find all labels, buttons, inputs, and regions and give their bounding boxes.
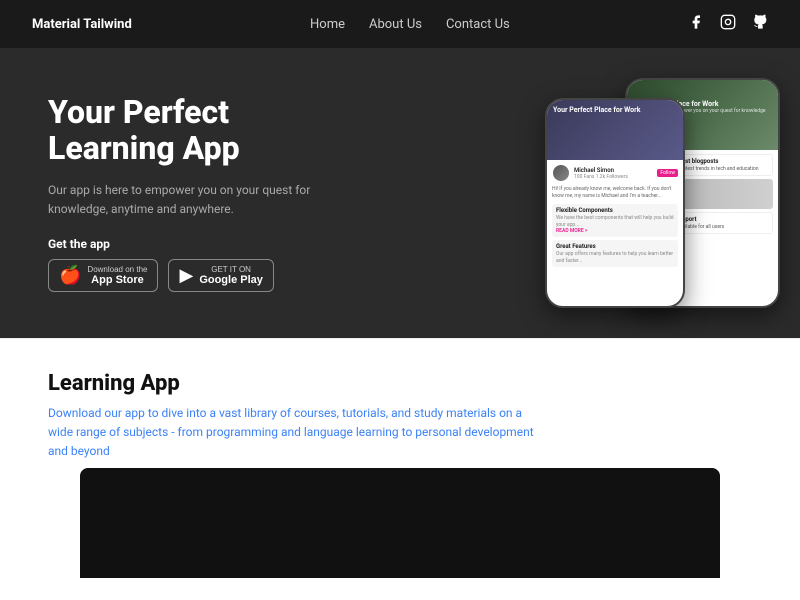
- brand-name: Material Tailwind: [32, 17, 132, 32]
- playstore-button[interactable]: ▶ GET IT ON Google Play: [168, 259, 273, 292]
- nav-link-about[interactable]: About Us: [369, 17, 422, 32]
- github-icon[interactable]: [752, 14, 768, 34]
- nav-links: Home About Us Contact Us: [310, 17, 510, 32]
- nav-link-home[interactable]: Home: [310, 17, 345, 32]
- learning-title: Learning App: [48, 371, 752, 396]
- navbar: Material Tailwind Home About Us Contact …: [0, 0, 800, 48]
- learning-description: Download our app to dive into a vast lib…: [48, 404, 548, 462]
- appstore-sublabel: Download on the: [87, 265, 147, 274]
- hero-content: Your Perfect Learning App Our app is her…: [48, 94, 368, 293]
- appstore-label: App Store: [87, 274, 147, 286]
- phone-mockups: Your Perfect Place for Work Our app is h…: [500, 58, 780, 338]
- hero-title: Your Perfect Learning App: [48, 94, 368, 168]
- nav-social-icons: [688, 14, 768, 34]
- appstore-button[interactable]: 🍎 Download on the App Store: [48, 259, 158, 292]
- facebook-icon[interactable]: [688, 14, 704, 34]
- bottom-section-wrapper: [0, 468, 800, 578]
- phone-mockup-front: Your Perfect Place for Work Michael Simo…: [545, 98, 685, 308]
- phone-avatar: [552, 164, 570, 182]
- playstore-sublabel: GET IT ON: [199, 265, 263, 274]
- hero-description: Our app is here to empower you on your q…: [48, 181, 368, 219]
- nav-link-contact[interactable]: Contact Us: [446, 17, 510, 32]
- phone-card-1: Flexible Components We have the best com…: [552, 204, 678, 237]
- apple-icon: 🍎: [59, 265, 81, 286]
- app-buttons: 🍎 Download on the App Store ▶ GET IT ON …: [48, 259, 368, 292]
- instagram-icon[interactable]: [720, 14, 736, 34]
- phone-profile: Michael Simon 100 Fans 1.2k Followers Fo…: [552, 164, 678, 182]
- playstore-label: Google Play: [199, 274, 263, 286]
- bottom-dark-section: [80, 468, 720, 578]
- learning-section: Learning App Download our app to dive in…: [0, 338, 800, 468]
- hero-section: Your Perfect Learning App Our app is her…: [0, 48, 800, 338]
- get-app-label: Get the app: [48, 237, 368, 251]
- play-icon: ▶: [179, 265, 193, 286]
- phone-card-2: Great Features Our app offers many featu…: [552, 240, 678, 267]
